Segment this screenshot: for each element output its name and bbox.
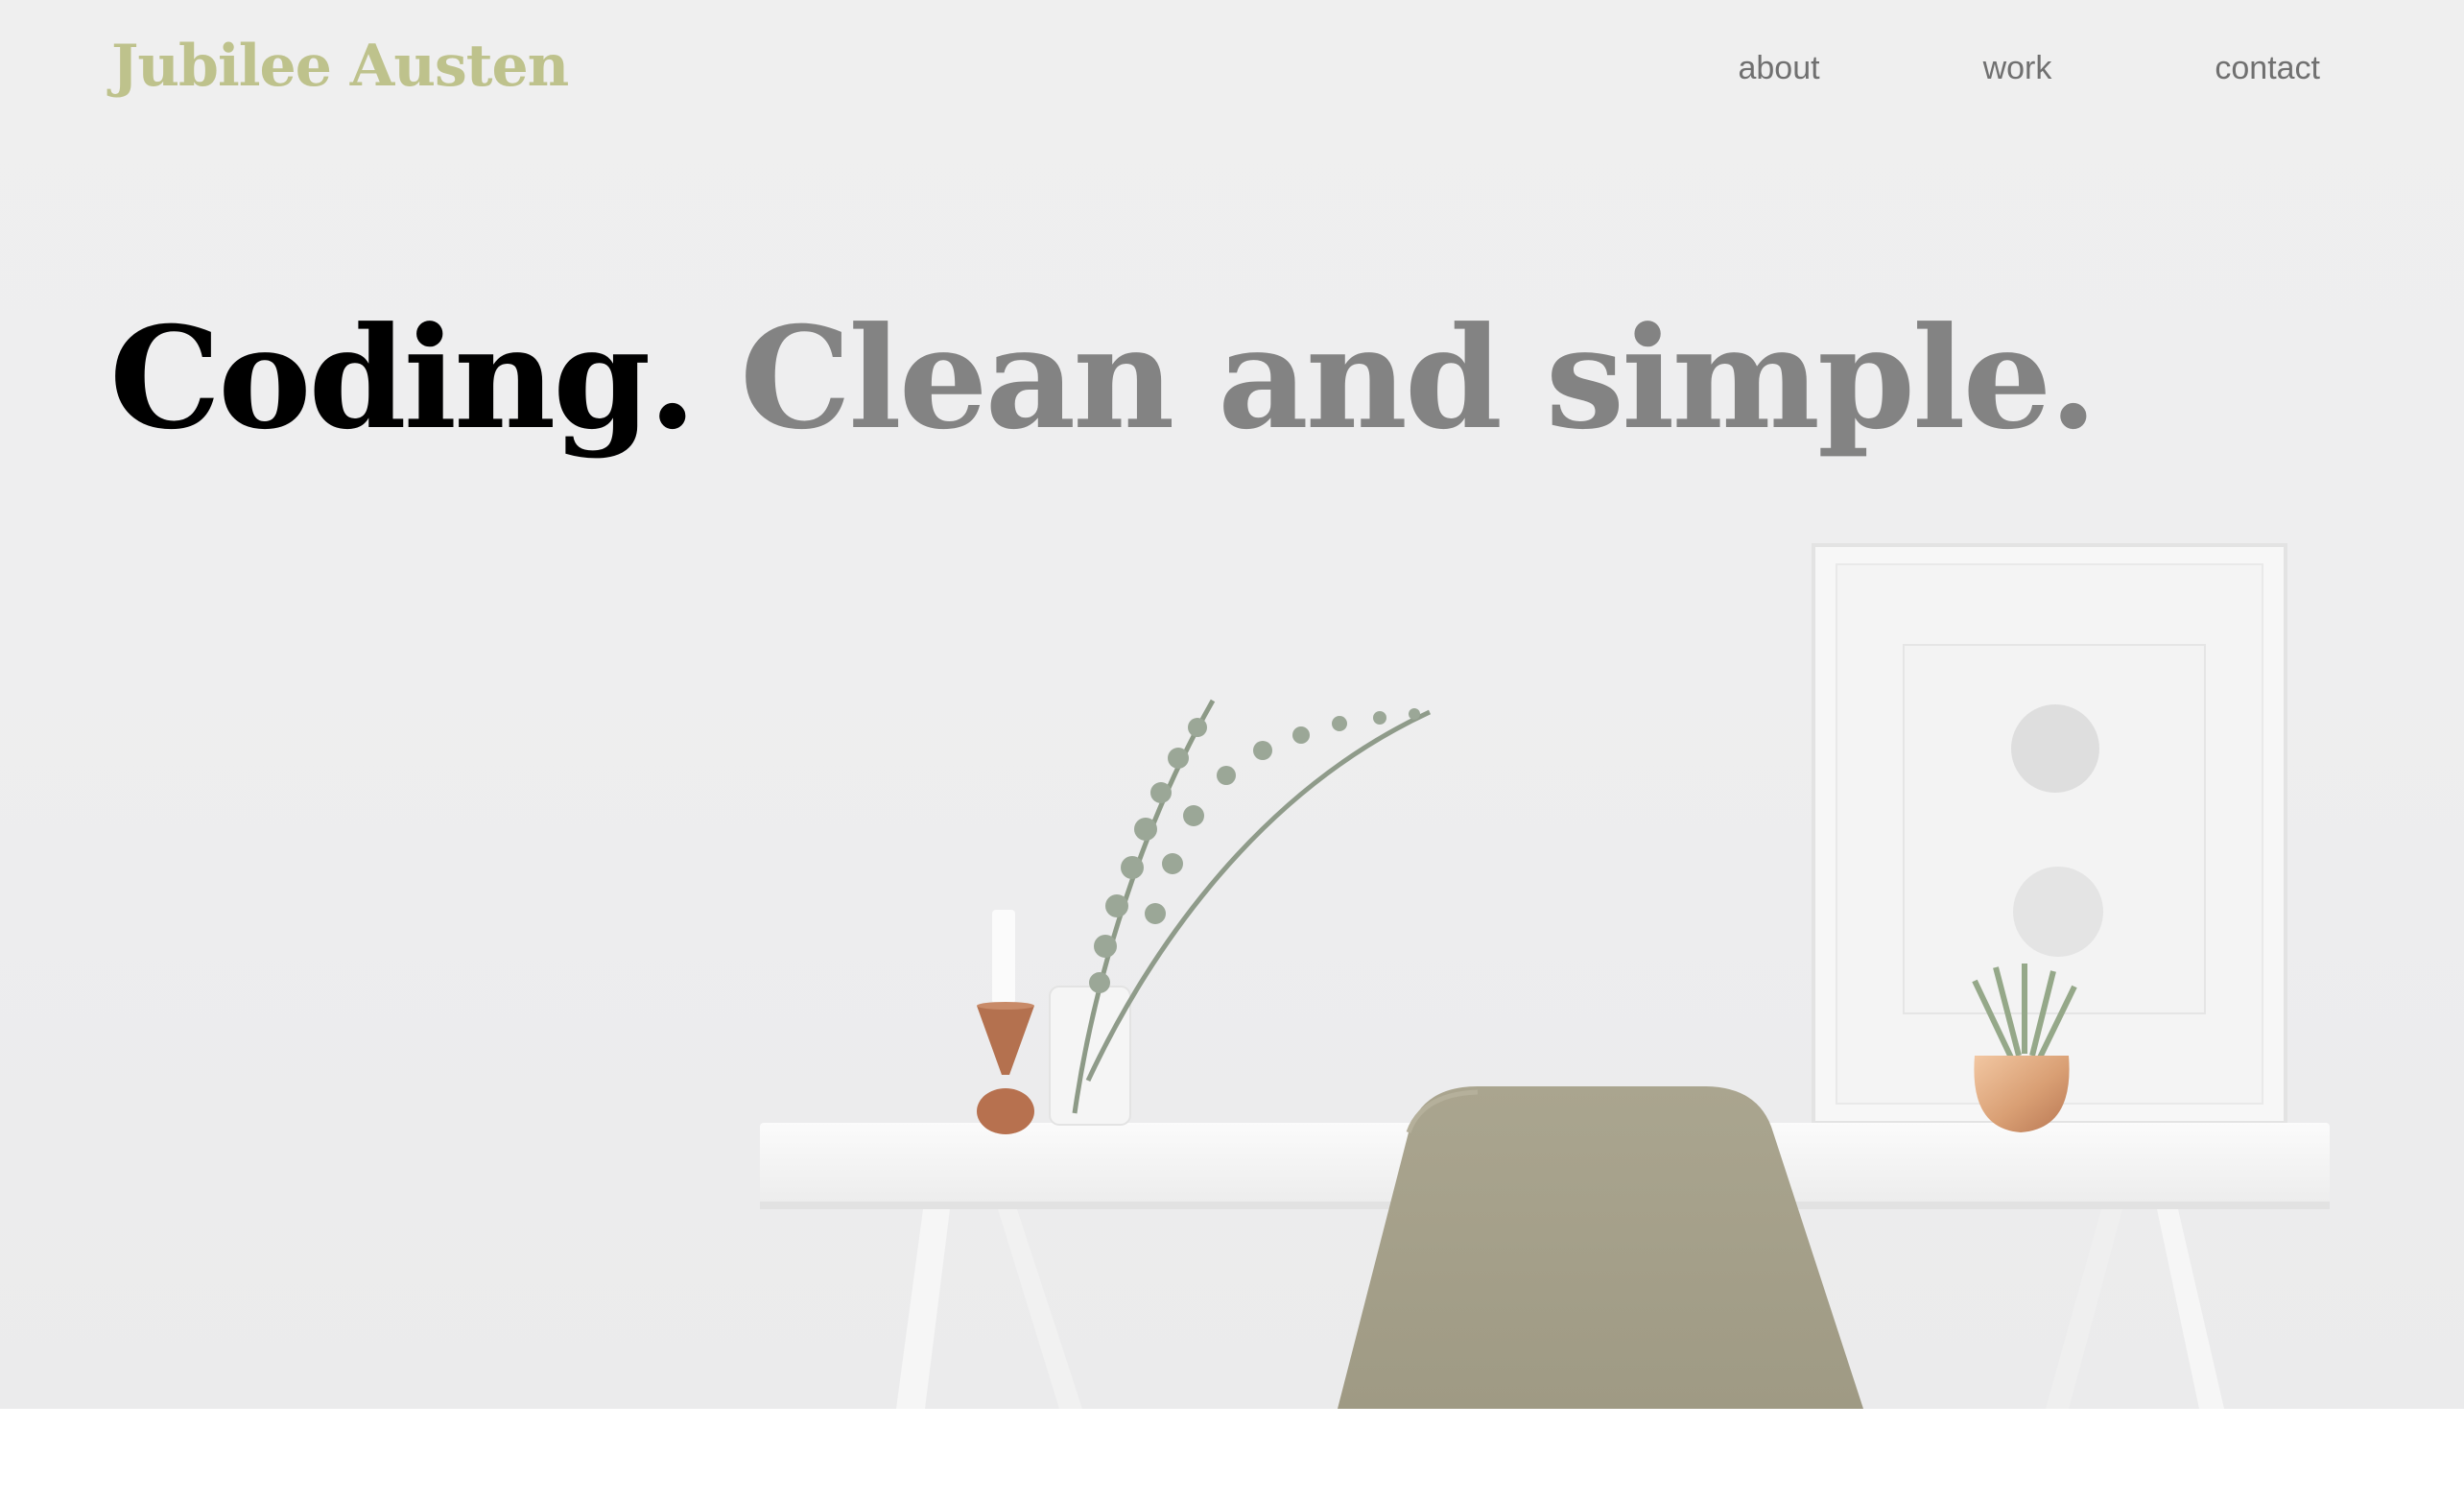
hero-headline-strong: Coding. bbox=[109, 297, 697, 461]
hero-background-illustration bbox=[760, 543, 2330, 1409]
candle-illustration bbox=[977, 910, 1034, 1134]
main-navigation: about work contact bbox=[1738, 50, 2320, 87]
hero-headline: Coding. Clean and simple. bbox=[109, 309, 2097, 449]
nav-link-about[interactable]: about bbox=[1738, 50, 1819, 87]
nav-link-work[interactable]: work bbox=[1983, 50, 2052, 87]
hero-section: Jubilee Austen about work contact Coding… bbox=[0, 0, 2464, 1409]
hero-headline-soft: Clean and simple. bbox=[740, 297, 2097, 461]
site-header: Jubilee Austen about work contact bbox=[0, 0, 2464, 144]
nav-link-contact[interactable]: contact bbox=[2215, 50, 2320, 87]
site-title-link[interactable]: Jubilee Austen bbox=[111, 33, 569, 100]
plant-illustration bbox=[1049, 699, 1432, 1126]
